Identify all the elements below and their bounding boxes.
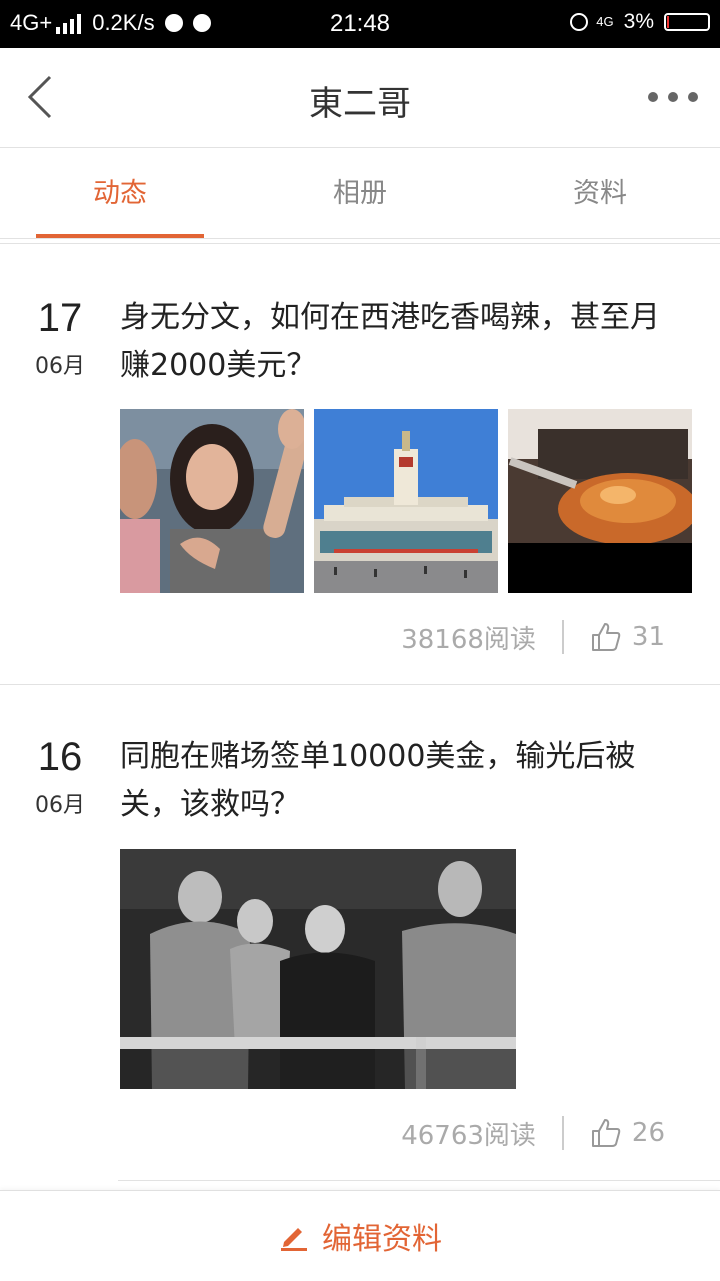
battery-fill <box>667 16 669 28</box>
more-options-icon[interactable] <box>648 92 698 104</box>
thumbs-up-icon[interactable] <box>590 1117 622 1149</box>
read-count: 38168阅读 <box>401 624 536 655</box>
post-stats: 38168阅读 31 <box>120 617 665 657</box>
active-tab-indicator <box>36 234 204 238</box>
status-bar: 4G+ 0.2K/s 21:48 4G 3% <box>0 0 720 48</box>
battery-percent: 3% <box>623 10 654 33</box>
post-image[interactable] <box>120 409 304 593</box>
tab-dynamics[interactable]: 动态 <box>0 148 240 238</box>
tab-albums[interactable]: 相册 <box>240 148 480 238</box>
page-title: 東二哥 <box>309 84 411 124</box>
post-month: 06月 <box>35 354 85 379</box>
alarm-icon <box>570 13 589 31</box>
post-title[interactable]: 同胞在赌场签单10000美金，输光后被关，该救吗？ <box>120 733 680 829</box>
post-item[interactable]: 16 06月 同胞在赌场签单10000美金，输光后被关，该救吗？ 46763阅读 <box>0 685 720 1180</box>
network-type-right: 4G <box>596 14 614 29</box>
like-count: 26 <box>631 1118 665 1148</box>
status-right: 4G 3% <box>570 10 710 34</box>
post-item[interactable]: 17 06月 身无分文，如何在西港吃香喝辣，甚至月赚2000美元？ 38168阅… <box>0 244 720 684</box>
app-header: 東二哥 <box>0 48 720 148</box>
post-divider <box>118 1180 720 1181</box>
like-count: 31 <box>631 622 665 652</box>
tab-profile[interactable]: 资料 <box>480 148 720 238</box>
post-title[interactable]: 身无分文，如何在西港吃香喝辣，甚至月赚2000美元？ <box>120 294 680 390</box>
read-count: 46763阅读 <box>401 1120 536 1151</box>
post-image[interactable] <box>314 409 498 593</box>
post-image[interactable] <box>508 409 692 593</box>
stats-divider <box>561 620 564 654</box>
post-day: 17 <box>37 296 83 340</box>
thumbs-up-icon[interactable] <box>590 621 622 653</box>
stats-divider <box>561 1116 564 1150</box>
battery-icon <box>664 13 710 31</box>
post-image[interactable] <box>120 849 516 1089</box>
bottom-bar: 编辑资料 <box>0 1190 720 1281</box>
edit-profile-label: 编辑资料 <box>322 1222 442 1257</box>
post-month: 06月 <box>35 793 85 818</box>
post-stats: 46763阅读 26 <box>120 1113 665 1153</box>
edit-profile-button[interactable]: 编辑资料 <box>0 1213 720 1259</box>
post-day: 16 <box>37 735 83 779</box>
tab-bar: 动态 相册 资料 <box>0 148 720 239</box>
pencil-icon <box>281 1228 307 1251</box>
